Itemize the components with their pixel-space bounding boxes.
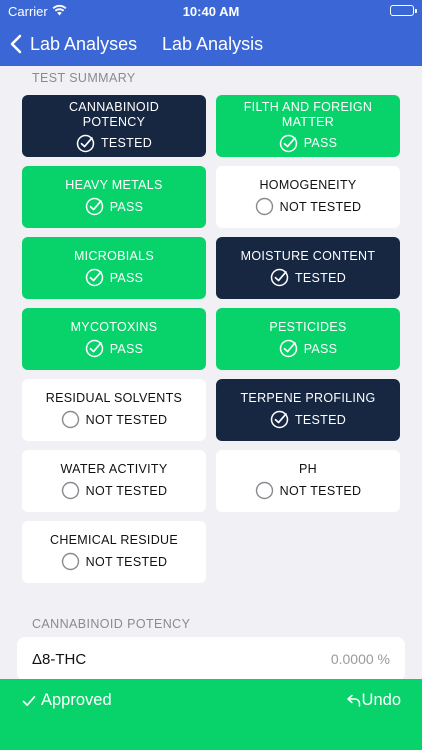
test-tile-name: MYCOTOXINS [70, 320, 158, 334]
bottom-action-bar: Approved Undo [0, 679, 422, 750]
chevron-left-icon [10, 34, 22, 54]
test-tile-chemical-residue[interactable]: CHEMICAL RESIDUE NOT TESTED [22, 521, 206, 583]
test-tile-status: PASS [85, 197, 144, 216]
test-tile-status-label: PASS [303, 341, 338, 356]
cannabinoid-potency-header: CANNABINOID POTENCY [32, 617, 191, 631]
test-tile-status-label: TESTED [100, 136, 153, 150]
test-tile-heavy-metals[interactable]: HEAVY METALS PASS [22, 166, 206, 228]
test-tile-moisture-content[interactable]: MOISTURE CONTENT TESTED [216, 237, 400, 299]
battery-icon [390, 5, 417, 16]
test-tile-status-label: NOT TESTED [279, 483, 362, 498]
test-summary-header: TEST SUMMARY [32, 71, 136, 85]
test-tile-status: PASS [85, 339, 144, 358]
test-tile-ph[interactable]: PH NOT TESTED [216, 450, 400, 512]
test-tile-homogeneity[interactable]: HOMOGENEITY NOT TESTED [216, 166, 400, 228]
check-circle-icon [270, 410, 289, 429]
test-tile-name: FILTH AND FOREIGN MATTER [243, 99, 373, 129]
test-tile-status-label: PASS [303, 136, 338, 150]
test-tile-name: CANNABINOID POTENCY [68, 99, 160, 129]
potency-row[interactable]: Δ8-THC 0.0000 % [17, 637, 405, 679]
test-tile-name: PH [299, 462, 317, 476]
empty-circle-icon [255, 197, 273, 216]
approved-label: Approved [41, 691, 112, 709]
test-tile-status-label: PASS [109, 199, 144, 214]
test-tile-status: TESTED [76, 134, 152, 153]
test-tile-status: NOT TESTED [61, 481, 168, 500]
test-tile-name: HEAVY METALS [65, 178, 163, 192]
check-circle-icon [279, 339, 297, 358]
test-tile-name: MICROBIALS [73, 249, 155, 263]
test-tile-status: NOT TESTED [61, 552, 168, 571]
test-tile-name: TERPENE PROFILING [240, 391, 376, 405]
scroll-content[interactable]: TEST SUMMARY CANNABINOID POTENCY TESTED FI… [0, 66, 422, 679]
empty-circle-icon [255, 481, 273, 500]
test-tile-name: RESIDUAL SOLVENTS [45, 391, 183, 405]
undo-icon [346, 694, 360, 707]
check-circle-icon [85, 339, 103, 358]
navigation-bar: Lab Analyses Lab Analysis [0, 22, 422, 66]
test-tile-microbials[interactable]: MICROBIALS PASS [22, 237, 206, 299]
test-tile-status-label: PASS [109, 341, 144, 356]
test-tile-status: TESTED [270, 410, 346, 429]
test-tile-mycotoxins[interactable]: MYCOTOXINS PASS [22, 308, 206, 370]
approved-status: Approved [22, 691, 112, 710]
test-tile-terpene-profiling[interactable]: TERPENE PROFILING TESTED [216, 379, 400, 441]
empty-circle-icon [61, 481, 79, 500]
page-title: Lab Analysis [162, 34, 264, 54]
empty-circle-icon [61, 410, 79, 429]
check-circle-icon [279, 134, 297, 152]
test-tile-status: NOT TESTED [61, 410, 168, 429]
test-tile-status: TESTED [270, 268, 346, 287]
undo-label: Undo [361, 691, 401, 709]
test-tile-status: PASS [279, 134, 338, 153]
empty-circle-icon [61, 552, 79, 571]
status-bar: Carrier 10:40 AM [0, 0, 422, 22]
test-tile-name: MOISTURE CONTENT [240, 249, 376, 263]
undo-button[interactable]: Undo [346, 691, 401, 710]
test-tile-pesticides[interactable]: PESTICIDES PASS [216, 308, 400, 370]
check-circle-icon [85, 197, 103, 216]
test-tile-status-label: TESTED [294, 412, 347, 427]
checkmark-icon [22, 695, 36, 706]
test-tile-status: PASS [85, 268, 144, 287]
check-circle-icon [85, 268, 103, 287]
test-tile-status: NOT TESTED [255, 481, 362, 500]
test-tile-status-label: NOT TESTED [85, 412, 168, 427]
test-tile-status-label: PASS [109, 270, 144, 285]
test-tile-name: WATER ACTIVITY [60, 462, 168, 476]
potency-value: 0.0000 % [330, 651, 390, 667]
test-tile-filth-and-foreign-matter[interactable]: FILTH AND FOREIGN MATTER PASS [216, 95, 400, 157]
test-tile-cannabinoid-potency[interactable]: CANNABINOID POTENCY TESTED [22, 95, 206, 157]
test-tile-name: HOMOGENEITY [259, 178, 357, 192]
test-tile-name: PESTICIDES [269, 320, 347, 334]
check-circle-icon [270, 268, 289, 287]
test-tile-status-label: NOT TESTED [279, 199, 362, 214]
back-label: Lab Analyses [30, 33, 138, 54]
potency-compound-name: Δ8-THC [32, 651, 87, 668]
test-tile-residual-solvents[interactable]: RESIDUAL SOLVENTS NOT TESTED [22, 379, 206, 441]
test-tile-status-label: NOT TESTED [85, 554, 168, 569]
test-tile-status: PASS [279, 339, 338, 358]
check-circle-icon [76, 134, 95, 152]
test-tile-name: CHEMICAL RESIDUE [50, 533, 178, 547]
test-tile-status: NOT TESTED [255, 197, 362, 216]
test-tile-water-activity[interactable]: WATER ACTIVITY NOT TESTED [22, 450, 206, 512]
test-tile-status-label: TESTED [294, 270, 347, 285]
back-button[interactable]: Lab Analyses [6, 22, 137, 66]
clock: 10:40 AM [182, 4, 240, 19]
test-tile-status-label: NOT TESTED [85, 483, 168, 498]
